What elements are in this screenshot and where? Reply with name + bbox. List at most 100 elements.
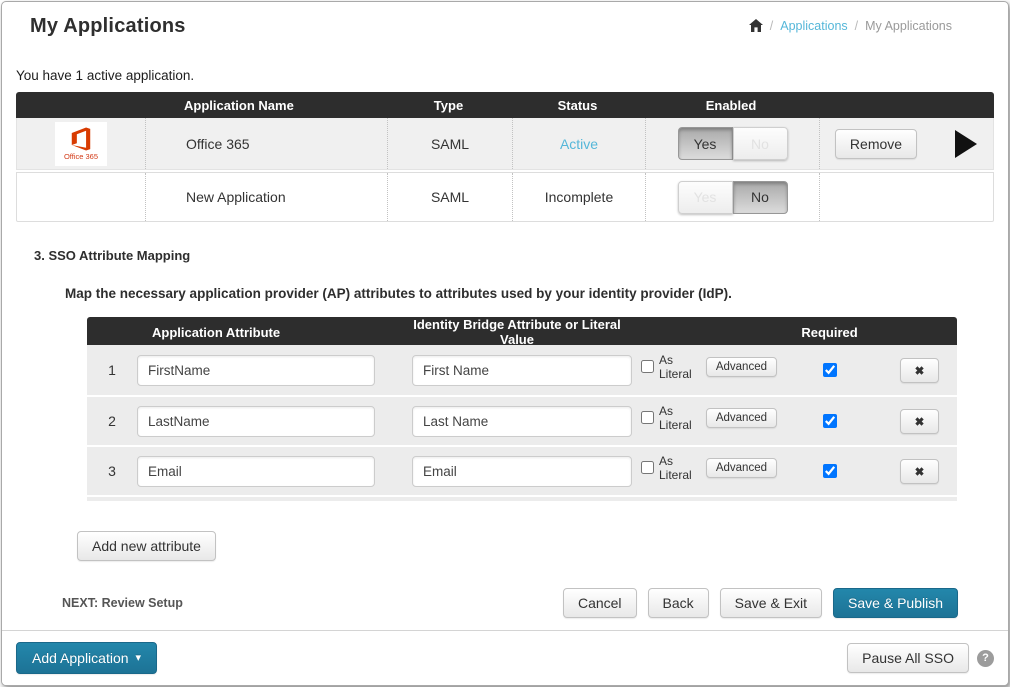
action-cell (819, 173, 932, 221)
enabled-cell: Yes No (645, 173, 819, 221)
identity-bridge-attribute-input[interactable] (412, 406, 632, 437)
remove-attribute-cell (882, 397, 957, 445)
header-application-name: Application Name (144, 98, 386, 113)
mapping-row: 3 As Literal Advanced (87, 445, 957, 495)
breadcrumb-link-applications[interactable]: Applications (780, 19, 847, 33)
caret-down-icon: ▾ (136, 653, 142, 664)
application-attribute-cell (137, 397, 397, 445)
identity-bridge-attribute-input[interactable] (412, 456, 632, 487)
as-literal-cell: As Literal Advanced (637, 447, 777, 495)
sso-attribute-mapping-description: Map the necessary application provider (… (65, 286, 1008, 301)
remove-attribute-button[interactable] (900, 459, 939, 484)
mapping-table-header: Application Attribute Identity Bridge At… (87, 317, 957, 345)
table-row-office-365: Office 365 Office 365 SAML Active Yes No… (16, 118, 994, 170)
toggle-no[interactable]: No (733, 181, 788, 214)
application-status: Incomplete (512, 173, 645, 221)
footer-right-group: Pause All SSO ? (847, 643, 994, 673)
required-cell (777, 345, 882, 395)
application-attribute-cell (137, 447, 397, 495)
wizard-action-buttons: Cancel Back Save & Exit Save & Publish (563, 588, 958, 618)
header-application-attribute: Application Attribute (137, 325, 397, 340)
enabled-toggle[interactable]: Yes No (678, 127, 788, 160)
cancel-button[interactable]: Cancel (563, 588, 637, 618)
identity-bridge-attribute-input[interactable] (412, 355, 632, 386)
header-enabled: Enabled (644, 98, 818, 113)
advanced-button[interactable]: Advanced (706, 357, 777, 377)
add-application-button[interactable]: Add Application ▾ (16, 642, 157, 674)
breadcrumb-separator: / (770, 19, 773, 33)
save-and-publish-button[interactable]: Save & Publish (833, 588, 958, 618)
remove-x-icon (913, 364, 926, 377)
application-name: Office 365 (145, 118, 387, 169)
remove-attribute-button[interactable] (900, 409, 939, 434)
breadcrumb: / Applications / My Applications (749, 19, 952, 33)
sso-attribute-mapping-heading: 3. SSO Attribute Mapping (34, 248, 1008, 263)
enabled-cell: Yes No (645, 118, 819, 169)
applications-table-header: Application Name Type Status Enabled (16, 92, 994, 118)
advanced-button[interactable]: Advanced (706, 458, 777, 478)
required-checkbox[interactable] (823, 414, 837, 428)
office-365-logo: Office 365 (55, 122, 107, 166)
application-name: New Application (145, 173, 387, 221)
expand-arrow-icon[interactable] (955, 130, 977, 158)
application-icon-cell (17, 173, 145, 221)
add-new-attribute-button[interactable]: Add new attribute (77, 531, 216, 561)
as-literal-label: As Literal (659, 454, 701, 482)
identity-bridge-attribute-cell (397, 345, 637, 395)
as-literal-checkbox[interactable] (641, 461, 654, 474)
row-index: 2 (87, 397, 137, 445)
row-index: 3 (87, 447, 137, 495)
as-literal-cell: As Literal Advanced (637, 345, 777, 395)
help-icon[interactable]: ? (977, 650, 994, 667)
as-literal-cell: As Literal Advanced (637, 397, 777, 445)
application-status: Active (512, 118, 645, 169)
application-type: SAML (387, 173, 512, 221)
pause-all-sso-button[interactable]: Pause All SSO (847, 643, 969, 673)
remove-x-icon (913, 415, 926, 428)
toggle-yes[interactable]: Yes (678, 127, 733, 160)
applications-table: Application Name Type Status Enabled Off… (16, 92, 994, 222)
footer-bar: Add Application ▾ Pause All SSO ? (2, 630, 1008, 685)
enabled-toggle[interactable]: Yes No (678, 181, 788, 214)
breadcrumb-current: My Applications (865, 19, 952, 33)
wizard-footer-row: NEXT: Review Setup Cancel Back Save & Ex… (62, 588, 958, 618)
required-cell (777, 447, 882, 495)
toggle-yes[interactable]: Yes (678, 181, 733, 214)
row-index: 1 (87, 345, 137, 395)
next-step-label: NEXT: Review Setup (62, 596, 183, 610)
action-cell: Remove (819, 118, 932, 169)
application-attribute-input[interactable] (137, 456, 375, 487)
as-literal-label: As Literal (659, 404, 701, 432)
required-checkbox[interactable] (823, 464, 837, 478)
as-literal-label: As Literal (659, 353, 701, 381)
back-button[interactable]: Back (648, 588, 709, 618)
identity-bridge-attribute-cell (397, 397, 637, 445)
mapping-row: 1 As Literal Advanced (87, 345, 957, 395)
advanced-button[interactable]: Advanced (706, 408, 777, 428)
application-attribute-cell (137, 345, 397, 395)
application-attribute-input[interactable] (137, 406, 375, 437)
home-icon[interactable] (749, 19, 763, 32)
header-identity-bridge-attribute: Identity Bridge Attribute or Literal Val… (397, 317, 637, 347)
add-application-label: Add Application (32, 650, 129, 666)
required-checkbox[interactable] (823, 363, 837, 377)
application-attribute-input[interactable] (137, 355, 375, 386)
as-literal-checkbox[interactable] (641, 411, 654, 424)
save-and-exit-button[interactable]: Save & Exit (720, 588, 822, 618)
as-literal-checkbox[interactable] (641, 360, 654, 373)
mapping-row: 2 As Literal Advanced (87, 395, 957, 445)
header-required: Required (777, 325, 882, 340)
expand-cell (932, 173, 993, 221)
identity-bridge-attribute-cell (397, 447, 637, 495)
attribute-mapping-table: Application Attribute Identity Bridge At… (87, 317, 957, 501)
office-365-logo-label: Office 365 (64, 153, 98, 161)
remove-attribute-cell (882, 345, 957, 395)
toggle-no[interactable]: No (733, 127, 788, 160)
active-application-count: You have 1 active application. (16, 68, 1008, 83)
remove-attribute-button[interactable] (900, 358, 939, 383)
header-status: Status (511, 98, 644, 113)
header-type: Type (386, 98, 511, 113)
expand-cell (932, 118, 993, 169)
application-type: SAML (387, 118, 512, 169)
remove-button[interactable]: Remove (835, 129, 917, 159)
